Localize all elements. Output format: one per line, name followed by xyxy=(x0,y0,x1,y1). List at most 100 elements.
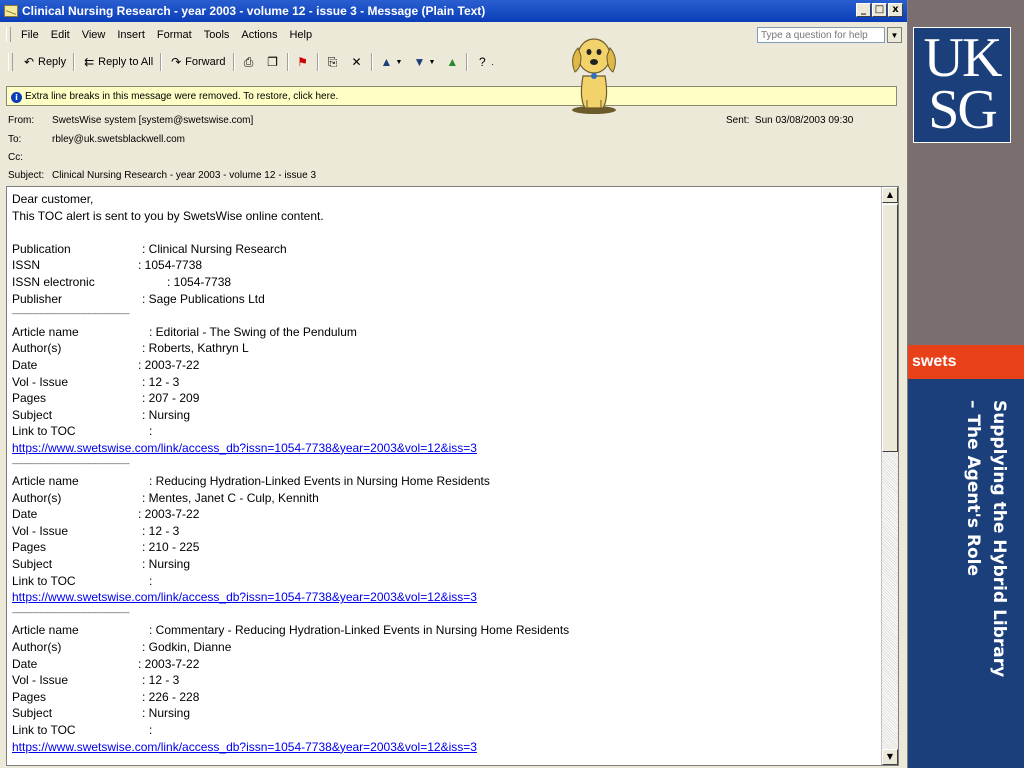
article-vol-row: Vol - Issue: 12 - 3 xyxy=(12,374,872,391)
outlook-message-window: Clinical Nursing Research - year 2003 - … xyxy=(0,0,908,768)
move-folder-icon: ⎘ xyxy=(327,55,338,69)
sent-label: Sent: xyxy=(726,115,750,126)
subject-value: Clinical Nursing Research - year 2003 - … xyxy=(52,170,317,181)
issn-row: ISSN : 1054-7738 xyxy=(12,257,872,274)
address-book-button[interactable]: ▲ xyxy=(440,51,464,73)
help-dropdown-button[interactable]: ▼ xyxy=(887,27,902,43)
reply-all-label: Reply to All xyxy=(98,56,154,68)
scroll-up-button[interactable]: ▲ xyxy=(882,187,898,203)
publication-label: Publication xyxy=(12,241,71,256)
help-button[interactable]: ?. xyxy=(470,51,499,73)
title-bar[interactable]: Clinical Nursing Research - year 2003 - … xyxy=(0,0,907,22)
article-pages-label: Pages xyxy=(12,540,47,555)
minimize-button[interactable]: _ xyxy=(856,3,871,17)
forward-label: Forward xyxy=(185,56,226,68)
menu-view[interactable]: View xyxy=(76,29,112,41)
uksg-logo: UK SG xyxy=(913,27,1011,143)
toolbar-separator xyxy=(232,53,235,71)
vertical-scrollbar[interactable]: ▲ ▼ xyxy=(881,187,898,765)
help-search-input[interactable]: Type a question for help xyxy=(757,27,885,43)
article-subject-label: Subject xyxy=(12,407,53,422)
article-subject-label: Subject xyxy=(12,706,53,721)
menu-format[interactable]: Format xyxy=(151,29,198,41)
menu-file[interactable]: File xyxy=(15,29,45,41)
to-value[interactable]: rbley@uk.swetsblackwell.com xyxy=(52,134,185,145)
reply-button[interactable]: ↶ Reply xyxy=(17,51,71,73)
swets-logo: swets xyxy=(908,345,1024,379)
menu-insert[interactable]: Insert xyxy=(111,29,151,41)
publication-value: : Clinical Nursing Research xyxy=(142,241,287,256)
toolbar-grip[interactable] xyxy=(8,53,13,71)
toolbar-separator xyxy=(286,53,289,71)
scroll-down-button[interactable]: ▼ xyxy=(882,749,898,765)
next-item-button[interactable]: ▼ ▼ xyxy=(407,51,440,73)
copy-icon: ❐ xyxy=(267,55,278,69)
previous-item-button[interactable]: ▲ ▼ xyxy=(375,51,408,73)
flag-button[interactable]: ⚑ xyxy=(291,51,315,73)
article-name-row: Article name : Reducing Hydration-Linked … xyxy=(12,473,872,490)
menu-edit[interactable]: Edit xyxy=(45,29,76,41)
from-label: From: xyxy=(8,115,35,126)
info-bar[interactable]: i Extra line breaks in this message were … xyxy=(6,86,897,106)
article-name-label: Article name xyxy=(12,474,79,489)
article-name-value: : Reducing Hydration-Linked Events in Nu… xyxy=(149,474,490,489)
toc-link[interactable]: https://www.swetswise.com/link/access_db… xyxy=(12,441,477,455)
office-assistant-dog-icon[interactable] xyxy=(565,28,623,116)
message-toolbar: ↶ Reply ⇇ Reply to All ↷ Forward ⎙ ❐ ⚑ ⎘… xyxy=(0,47,907,77)
copy-button[interactable]: ❐ xyxy=(261,51,285,73)
toolbar-separator xyxy=(73,53,76,71)
down-arrow-icon: ▼ xyxy=(413,55,426,69)
article-subject-value: : Nursing xyxy=(142,557,191,572)
toc-link-row: https://www.swetswise.com/link/access_db… xyxy=(12,589,872,606)
article-name-row: Article name: Commentary - Reducing Hydr… xyxy=(12,622,872,639)
toc-link-row: https://www.swetswise.com/link/access_db… xyxy=(12,739,872,756)
help-icon: ? xyxy=(479,55,486,69)
article-author-label: Author(s) xyxy=(12,490,62,505)
from-value[interactable]: SwetsWise system [system@swetswise.com] xyxy=(52,115,253,126)
maximize-button[interactable]: □ xyxy=(872,3,887,17)
article-pages-label: Pages xyxy=(12,689,47,704)
divider-line: ----------------------------------------… xyxy=(12,311,130,319)
move-to-folder-button[interactable]: ⎘ xyxy=(321,51,345,73)
cc-row: Cc: xyxy=(8,152,52,163)
menu-actions[interactable]: Actions xyxy=(235,29,283,41)
article-date-row: Date: 2003-7-22 xyxy=(12,656,872,673)
sent-value: Sun 03/08/2003 09:30 xyxy=(754,115,854,126)
logo-line-1: UK xyxy=(923,27,1003,89)
logo-line-2: SG xyxy=(928,79,998,141)
close-button[interactable]: x xyxy=(888,3,903,17)
forward-button[interactable]: ↷ Forward xyxy=(164,51,230,73)
article-list: ----------------------------------------… xyxy=(12,307,872,755)
sent-row: Sent: Sun 03/08/2003 09:30 xyxy=(726,115,853,126)
menu-help[interactable]: Help xyxy=(283,29,318,41)
print-button[interactable]: ⎙ xyxy=(237,51,261,73)
article-date-label: Date xyxy=(12,507,38,522)
to-row: To: rbley@uk.swetsblackwell.com xyxy=(8,134,185,145)
menu-tools[interactable]: Tools xyxy=(198,29,236,41)
toolbar-separator xyxy=(160,53,163,71)
article-name-value: : Commentary - Reducing Hydration-Linked… xyxy=(149,623,570,638)
toc-link[interactable]: https://www.swetswise.com/link/access_db… xyxy=(12,740,477,754)
article-date-label: Date xyxy=(12,656,38,671)
address-book-icon: ▲ xyxy=(446,55,459,69)
delete-button[interactable]: ✕ xyxy=(345,51,369,73)
greeting: Dear customer, xyxy=(12,192,94,206)
issn-value: : 1054-7738 xyxy=(138,258,203,273)
toc-link[interactable]: https://www.swetswise.com/link/access_db… xyxy=(12,590,477,604)
article-pages-value: : 207 - 209 xyxy=(142,391,200,406)
issn-label: ISSN xyxy=(12,258,41,273)
window-title: Clinical Nursing Research - year 2003 - … xyxy=(22,4,486,18)
article-toc-value: : xyxy=(149,424,153,439)
swets-logo-text: swets xyxy=(912,353,957,370)
reply-all-button[interactable]: ⇇ Reply to All xyxy=(77,51,158,73)
delete-x-icon: ✕ xyxy=(351,55,362,69)
article-vol-row: Vol - Issue: 12 - 3 xyxy=(12,523,872,540)
toolbar-separator xyxy=(370,53,373,71)
article-name-value: : Editorial - The Swing of the Pendulum xyxy=(149,324,357,339)
scroll-thumb[interactable] xyxy=(882,204,898,452)
menu-grip[interactable] xyxy=(6,27,11,42)
message-body[interactable]: Dear customer, This TOC alert is sent to… xyxy=(6,186,899,766)
article-toc-value: : xyxy=(149,723,153,737)
article-pages-value: : 210 - 225 xyxy=(142,540,200,555)
